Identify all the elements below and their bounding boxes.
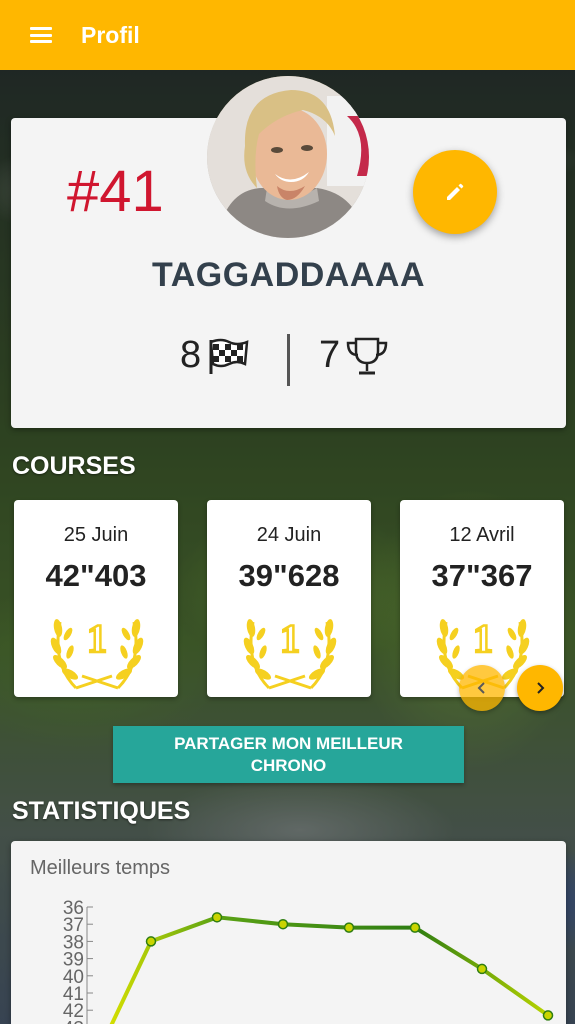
carousel-prev-button[interactable] bbox=[459, 665, 505, 711]
race-time: 42"403 bbox=[45, 558, 147, 593]
laurel-position: 1 bbox=[473, 616, 493, 661]
rank-label: #41 bbox=[67, 159, 164, 224]
app-bar: Profil bbox=[0, 0, 575, 70]
statistiques-title: STATISTIQUES bbox=[12, 797, 191, 825]
share-best-time-button[interactable]: PARTAGER MON MEILLEUR CHRONO bbox=[113, 726, 464, 783]
trophies-stat: 7 bbox=[319, 334, 390, 377]
username: TAGGADDAAAA bbox=[151, 256, 426, 294]
data-point bbox=[277, 918, 289, 930]
race-time: 39"628 bbox=[238, 558, 340, 593]
best-times-chart-card: Meilleurs temps 3637383940414243 bbox=[11, 841, 566, 1024]
data-point bbox=[476, 963, 488, 975]
best-times-chart: 3637383940414243 bbox=[63, 898, 554, 1024]
race-date: 12 Avril bbox=[449, 524, 515, 546]
race-date: 25 Juin bbox=[63, 524, 129, 546]
data-point bbox=[145, 936, 157, 947]
courses-title: COURSES bbox=[12, 452, 136, 480]
races-stat: 8 bbox=[180, 334, 249, 377]
menu-icon[interactable] bbox=[30, 27, 52, 43]
race-card[interactable]: 24 Juin 39"628 1 bbox=[207, 500, 371, 697]
carousel-next-button[interactable] bbox=[517, 665, 563, 711]
race-card[interactable]: 25 Juin 42"403 1 bbox=[14, 500, 178, 697]
data-point bbox=[542, 1010, 554, 1021]
chevron-right-icon bbox=[537, 682, 545, 694]
data-point bbox=[343, 922, 355, 933]
chevron-left-icon bbox=[477, 682, 485, 694]
checkered-flag-icon bbox=[209, 338, 249, 374]
races-count: 8 bbox=[180, 334, 202, 376]
pencil-icon bbox=[447, 183, 464, 200]
profile-stats: 8 7 bbox=[11, 334, 566, 386]
data-point bbox=[409, 922, 421, 933]
y-tick-label: 43 bbox=[63, 1018, 84, 1024]
avatar[interactable] bbox=[207, 76, 369, 238]
laurel-first-place-icon: 1 bbox=[243, 615, 337, 690]
race-time: 37"367 bbox=[431, 558, 533, 593]
trophy-icon bbox=[346, 337, 388, 374]
stats-divider bbox=[287, 334, 290, 386]
laurel-position: 1 bbox=[87, 616, 107, 661]
page-title: Profil bbox=[81, 21, 140, 48]
race-date: 24 Juin bbox=[256, 524, 322, 546]
data-point bbox=[211, 912, 223, 923]
edit-profile-button[interactable] bbox=[413, 150, 497, 234]
laurel-position: 1 bbox=[280, 616, 300, 661]
trophies-count: 7 bbox=[319, 334, 341, 376]
laurel-first-place-icon: 1 bbox=[50, 615, 144, 690]
